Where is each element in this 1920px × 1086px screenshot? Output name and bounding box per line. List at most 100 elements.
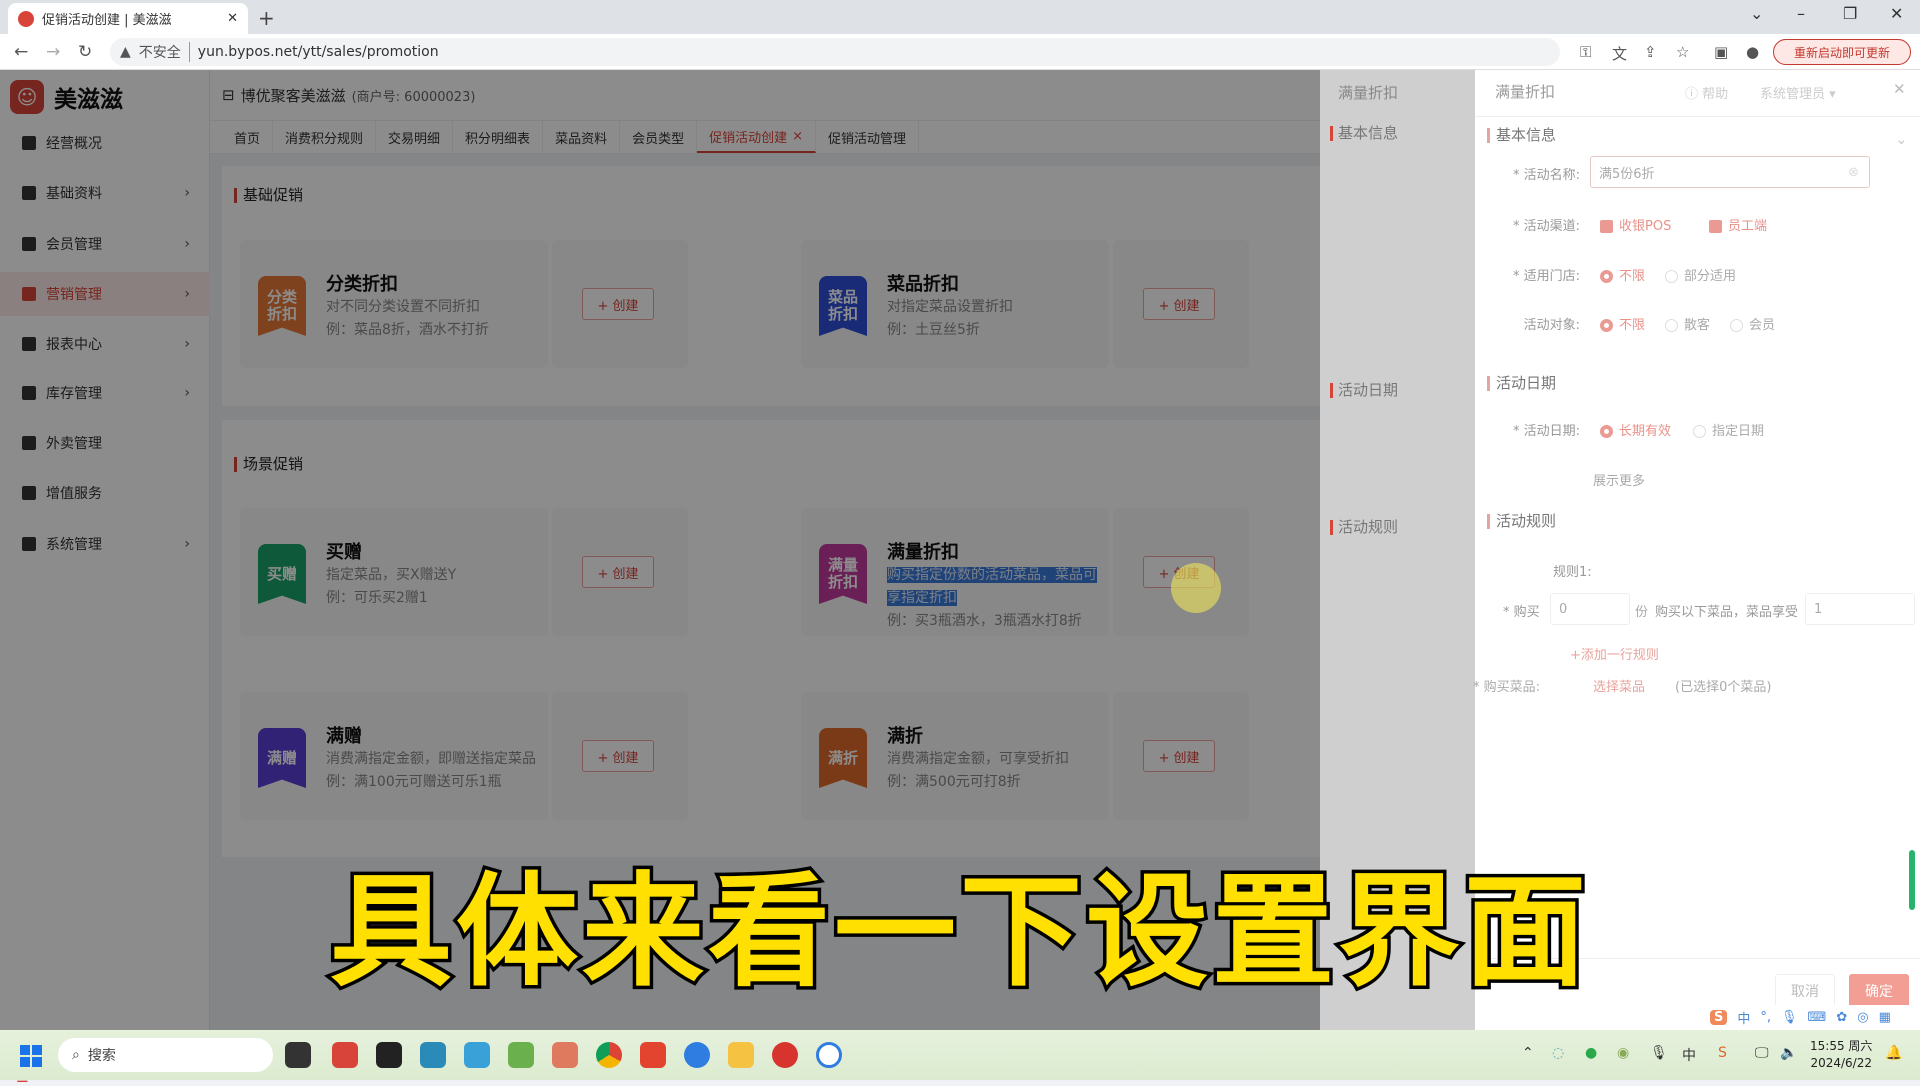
date-longterm-label: 长期有效 [1619,424,1672,439]
ghost-section-basic: 基本信息 [1330,126,1398,141]
keyboard-icon[interactable]: ⌨ [1808,1010,1827,1025]
section-activity-rules: 活动规则 [1487,514,1556,529]
target-member-label: 会员 [1749,318,1776,333]
ghost-section-rules: 活动规则 [1330,520,1398,535]
notification-bell-icon[interactable]: 🔔 [1885,1045,1902,1061]
microphone-tray-icon[interactable]: 🎙 [1650,1045,1668,1061]
date-longterm-radio[interactable]: 长期有效 [1600,420,1671,439]
punctuation-icon[interactable]: °, [1760,1010,1771,1025]
reload-icon[interactable]: ↻ [78,42,92,62]
activity-name-value: 满5份6折 [1599,166,1655,182]
activity-name-input[interactable]: 满5份6折 ⊗ [1590,156,1870,188]
section-basic-info: 基本信息 [1487,128,1556,143]
target-member-radio[interactable]: 会员 [1730,314,1775,333]
volume-icon[interactable]: 🔈 [1780,1045,1797,1061]
app-icon[interactable] [464,1042,490,1068]
store-unlimited-label: 不限 [1619,269,1646,284]
profile-icon[interactable]: ● [1746,43,1759,61]
discount-input[interactable]: 1 [1805,593,1915,625]
sogou-tray-icon[interactable]: S [1718,1045,1727,1061]
channel-pos-label: 收银POS [1619,219,1672,234]
selected-count: (已选择0个菜品) [1675,680,1772,695]
store-unlimited-radio[interactable]: 不限 [1600,265,1645,284]
browser-tab[interactable]: 促销活动创建 | 美滋滋 ✕ [8,3,248,34]
cursor-highlight [1171,563,1221,613]
update-button[interactable]: 重新启动即可更新 [1773,39,1911,65]
translate-icon[interactable]: 文 [1612,43,1627,64]
target-unlimited-label: 不限 [1619,318,1646,333]
restore-icon[interactable]: ❐ [1843,4,1857,23]
photos-icon[interactable] [508,1042,534,1068]
meizizi-app-icon[interactable] [332,1042,358,1068]
dishes-label: * 购买菜品: [1473,680,1541,695]
chrome-icon[interactable] [596,1042,622,1068]
favicon-icon [18,10,34,27]
forward-icon[interactable]: → [46,42,60,62]
divider [1475,116,1920,117]
expand-chevron-icon[interactable]: ⌄ [1895,130,1908,148]
clear-icon[interactable]: ⊗ [1848,165,1859,180]
minimize-icon[interactable]: – [1797,4,1805,23]
select-dishes-link[interactable]: 选择菜品 [1593,676,1645,695]
checkbox-icon [1709,220,1722,233]
apps-grid-icon[interactable]: ▦ [1879,1010,1891,1025]
close-drawer-icon[interactable]: ✕ [1893,80,1906,98]
app-icon[interactable] [552,1042,578,1068]
add-rule-link[interactable]: +添加一行规则 [1570,644,1659,663]
tray-app-icon[interactable]: ◌ [1552,1045,1564,1061]
target-unlimited-radio[interactable]: 不限 [1600,314,1645,333]
address-bar-row: ← → ↻ ▲ 不安全 yun.bypos.net/ytt/sales/prom… [0,34,1920,70]
app-icon[interactable] [684,1042,710,1068]
capcut-icon[interactable] [376,1042,402,1068]
ghost-section-date: 活动日期 [1330,383,1398,398]
pdf-icon[interactable] [772,1042,798,1068]
tab-title: 促销活动创建 | 美滋滋 [42,13,172,28]
ime-toolbar[interactable]: S 中 °, 🎙 ⌨ ✿ ◎ ▦ [1700,1005,1920,1029]
tray-game-icon[interactable]: ◉ [1617,1045,1629,1061]
input-method-icon[interactable]: 中 [1682,1045,1696,1065]
buy-qty-value: 0 [1559,601,1568,617]
show-more-link[interactable]: 展示更多 [1593,470,1645,489]
ime-mode[interactable]: 中 [1737,1008,1750,1027]
clock-date: 2024/6/22 [1810,1056,1872,1070]
date-specific-radio[interactable]: 指定日期 [1693,420,1764,439]
skin-icon[interactable]: ✿ [1836,1010,1847,1025]
target-walkin-label: 散客 [1684,318,1711,333]
close-tab-icon[interactable]: ✕ [227,11,238,26]
drawer-title: 满量折扣 [1495,83,1556,101]
app-icon[interactable] [420,1042,446,1068]
user-name: 系统管理员 [1760,87,1826,102]
new-tab-icon[interactable]: + [258,6,275,30]
task-view-icon[interactable] [285,1042,311,1068]
clock[interactable]: 15:55 周六 2024/6/22 [1810,1038,1872,1072]
help-link[interactable]: ⓘ 帮助 [1685,83,1728,102]
file-explorer-icon[interactable] [728,1042,754,1068]
chat-icon[interactable] [816,1042,842,1068]
tab-search-icon[interactable]: ⌄ [1750,4,1763,23]
network-icon[interactable]: 🖵 [1755,1045,1769,1061]
bookmark-star-icon[interactable]: ☆ [1676,43,1689,61]
back-icon[interactable]: ← [14,42,28,62]
game-icon[interactable]: ◎ [1857,1010,1868,1025]
url-input[interactable]: ▲ 不安全 yun.bypos.net/ytt/sales/promotion [110,38,1560,66]
wechat-icon[interactable]: ● [1585,1045,1597,1061]
taskbar-search[interactable]: ⌕ 搜索 [58,1038,273,1072]
wps-icon[interactable] [640,1042,666,1068]
windows-start-icon[interactable] [20,1045,42,1067]
store-label: * 适用门店: [1512,269,1580,284]
side-panel-icon[interactable]: ▣ [1714,43,1728,61]
target-walkin-radio[interactable]: 散客 [1665,314,1710,333]
channel-staff-checkbox[interactable]: 员工端 [1709,215,1767,234]
buy-qty-input[interactable]: 0 [1550,593,1630,625]
store-partial-radio[interactable]: 部分适用 [1665,265,1736,284]
close-window-icon[interactable]: ✕ [1890,4,1903,23]
activity-name-label: * 活动名称: [1512,168,1580,183]
key-icon[interactable]: ⚿ [1580,43,1591,61]
microphone-icon[interactable]: 🎙 [1781,1010,1798,1025]
tray-expand-icon[interactable]: ⌃ [1522,1045,1534,1061]
clock-time: 15:55 周六 [1810,1039,1873,1053]
share-icon[interactable]: ⇪ [1644,43,1657,61]
channel-pos-checkbox[interactable]: 收银POS [1600,215,1671,234]
user-menu[interactable]: 系统管理员 ▾ [1760,83,1836,102]
section-activity-date: 活动日期 [1487,376,1556,391]
